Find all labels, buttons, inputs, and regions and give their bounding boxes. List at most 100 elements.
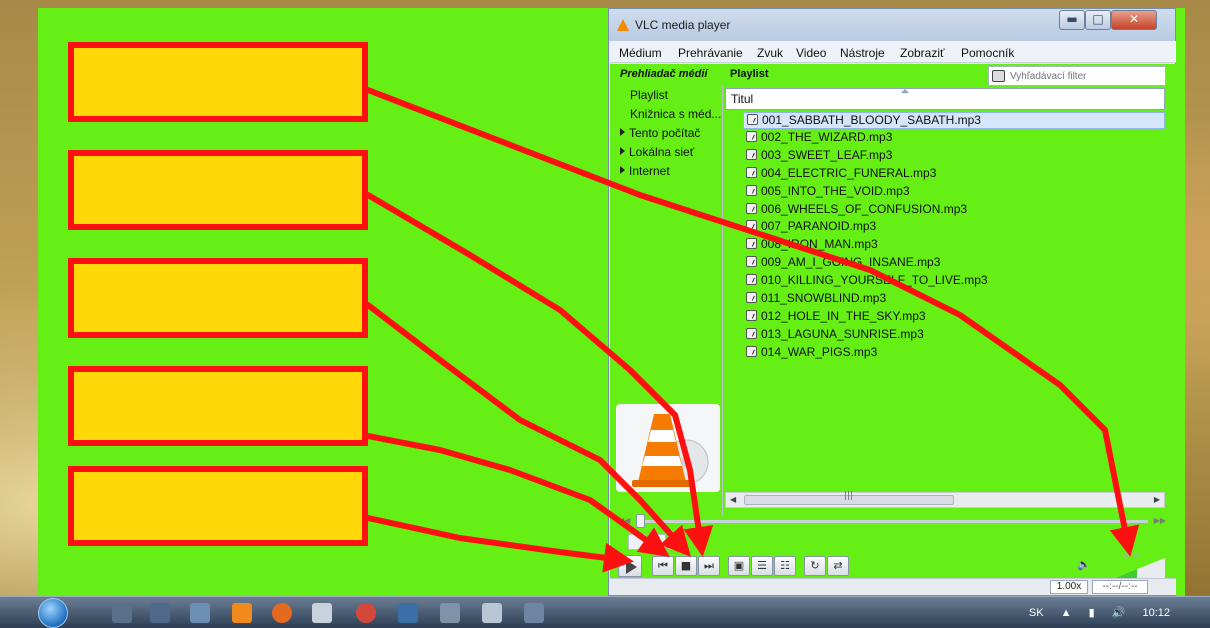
audio-file-icon xyxy=(746,274,757,286)
maximize-button[interactable]: □ xyxy=(1085,10,1111,30)
window-title: VLC media player xyxy=(635,18,731,32)
play-icon xyxy=(626,560,637,574)
playlist-item[interactable]: 014_WAR_PIGS.mp3 xyxy=(743,345,877,362)
sidebar-item-local-network[interactable]: Lokálna sieť xyxy=(620,145,694,159)
sidebar-item-internet[interactable]: Internet xyxy=(620,164,670,178)
play-button[interactable] xyxy=(618,555,642,577)
audio-file-icon xyxy=(746,238,757,250)
vlc-cone-icon xyxy=(617,19,629,31)
seek-track[interactable] xyxy=(636,520,1148,523)
fullscreen-button[interactable]: ▣ xyxy=(728,556,750,576)
taskbar-firefox-icon[interactable] xyxy=(272,603,292,623)
menu-playback[interactable]: Prehrávanie xyxy=(678,46,743,60)
annotation-box-volume xyxy=(68,42,368,122)
time-display[interactable]: --:--/--:-- xyxy=(1092,580,1148,594)
menu-audio[interactable]: Zvuk xyxy=(757,46,783,60)
speaker-icon[interactable]: 🔈 xyxy=(1077,558,1091,571)
playback-speed[interactable]: 1.00x xyxy=(1050,580,1088,594)
rewind-icon: ◀◀ xyxy=(618,516,631,525)
playlist-item[interactable]: 006_WHEELS_OF_CONFUSION.mp3 xyxy=(743,202,967,219)
album-art xyxy=(616,404,720,492)
menu-medium[interactable]: Médium xyxy=(619,46,662,60)
playlist-item[interactable]: 010_KILLING_YOURSELF_TO_LIVE.mp3 xyxy=(743,273,988,290)
taskbar-pdf-icon[interactable] xyxy=(312,603,332,623)
playlist-item[interactable]: 013_LAGUNA_SUNRISE.mp3 xyxy=(743,327,924,344)
snapshot-button[interactable] xyxy=(648,534,666,550)
sidebar-item-my-computer[interactable]: Tento počítač xyxy=(620,126,700,140)
menu-view[interactable]: Zobraziť xyxy=(900,46,945,60)
power-icon[interactable]: ▮ xyxy=(1089,607,1095,619)
menu-help[interactable]: Pomocník xyxy=(961,46,1014,60)
sidebar-item-label: Playlist xyxy=(630,88,669,102)
taskbar-app-icon[interactable] xyxy=(440,603,460,623)
minimize-button[interactable]: ▬ xyxy=(1059,10,1085,30)
search-input[interactable] xyxy=(1010,68,1160,84)
menu-tools[interactable]: Nástroje xyxy=(840,46,885,60)
main-area: Prehliadač médií Playlist Playlist Knižn… xyxy=(610,64,1176,595)
sidebar-item-playlist[interactable]: Playlist xyxy=(630,88,668,102)
title-bar[interactable]: VLC media player ▬ □ ✕ xyxy=(609,9,1175,41)
previous-icon: ⏮ xyxy=(658,559,668,572)
taskbar-app-icon[interactable] xyxy=(482,603,502,623)
next-button[interactable]: ⏭ xyxy=(698,556,720,576)
seek-handle[interactable] xyxy=(636,514,645,528)
playlist-item[interactable]: 009_AM_I_GOING_INSANE.mp3 xyxy=(743,255,940,272)
sidebar-item-media-library[interactable]: Knižnica s méd... xyxy=(630,107,721,121)
maximize-icon: □ xyxy=(1092,12,1104,26)
taskbar-app-icon[interactable] xyxy=(112,603,132,623)
audio-file-icon xyxy=(746,202,757,214)
shuffle-button[interactable]: ⇄ xyxy=(827,556,849,576)
scroll-left-icon[interactable]: ◀ xyxy=(730,495,736,504)
loop-icon: ↻ xyxy=(810,559,820,572)
annotation-box-previous xyxy=(68,366,368,446)
playlist-item[interactable]: 003_SWEET_LEAF.mp3 xyxy=(743,148,892,165)
sidebar-item-label: Lokálna sieť xyxy=(629,145,695,159)
menu-video[interactable]: Video xyxy=(796,46,826,60)
vlc-cone-art-icon xyxy=(632,414,709,487)
system-tray: SK ▲ ▮ 🔊 10:12 xyxy=(1015,606,1170,619)
taskbar-app-icon[interactable] xyxy=(150,603,170,623)
language-indicator[interactable]: SK xyxy=(1029,607,1044,619)
playlist-item[interactable]: 008_IRON_MAN.mp3 xyxy=(743,237,878,254)
playlist-item-title: 008_IRON_MAN.mp3 xyxy=(761,237,878,252)
taskbar-app-icon[interactable] xyxy=(524,603,544,623)
volume-tray-icon[interactable]: 🔊 xyxy=(1112,607,1126,619)
taskbar-vlc-icon[interactable] xyxy=(232,603,252,623)
playlist-item[interactable]: 011_SNOWBLIND.mp3 xyxy=(743,291,886,308)
taskbar-app-icon[interactable] xyxy=(190,603,210,623)
horizontal-scrollbar[interactable]: ◀ ||| ▶ xyxy=(725,491,1165,508)
tray-arrow-icon[interactable]: ▲ xyxy=(1061,607,1072,619)
playlist-item[interactable]: 004_ELECTRIC_FUNERAL.mp3 xyxy=(743,166,936,183)
ab-loop-button[interactable] xyxy=(668,534,686,550)
playlist-icon: ☰ xyxy=(757,559,767,572)
playlist-item[interactable]: 001_SABBATH_BLOODY_SABATH.mp3 xyxy=(743,112,1165,129)
playlist-item-title: 003_SWEET_LEAF.mp3 xyxy=(761,147,893,162)
close-button[interactable]: ✕ xyxy=(1111,10,1157,30)
previous-button[interactable]: ⏮ xyxy=(652,556,674,576)
playlist-item[interactable]: 002_THE_WIZARD.mp3 xyxy=(743,130,892,147)
loop-button[interactable]: ↻ xyxy=(804,556,826,576)
equalizer-button[interactable]: ☷ xyxy=(774,556,796,576)
column-title: Titul xyxy=(731,92,754,106)
volume-slider[interactable]: 100% xyxy=(1115,552,1165,578)
playlist-column-header[interactable]: Titul xyxy=(725,88,1165,110)
fullscreen-icon: ▣ xyxy=(733,559,745,572)
playlist-toggle-button[interactable]: ☰ xyxy=(751,556,773,576)
taskbar-chrome-icon[interactable] xyxy=(356,603,376,623)
search-field[interactable] xyxy=(988,66,1166,86)
clock[interactable]: 10:12 xyxy=(1142,607,1170,619)
stop-button[interactable]: ■ xyxy=(675,556,697,576)
playlist-item-title: 002_THE_WIZARD.mp3 xyxy=(761,129,893,144)
record-button[interactable] xyxy=(628,534,646,550)
playlist-item-title: 001_SABBATH_BLOODY_SABATH.mp3 xyxy=(762,113,981,127)
sidebar-divider[interactable] xyxy=(722,86,723,516)
playlist-item[interactable]: 012_HOLE_IN_THE_SKY.mp3 xyxy=(743,309,926,326)
seek-bar[interactable]: ◀◀ ▶▶ xyxy=(618,514,1166,528)
playlist-item[interactable]: 005_INTO_THE_VOID.mp3 xyxy=(743,184,910,201)
sidebar-item-label: Knižnica s méd... xyxy=(630,107,722,121)
start-button[interactable] xyxy=(38,598,68,628)
scroll-right-icon[interactable]: ▶ xyxy=(1154,495,1160,504)
taskbar-app-icon[interactable] xyxy=(398,603,418,623)
audio-file-icon xyxy=(746,256,757,268)
playlist-item[interactable]: 007_PARANOID.mp3 xyxy=(743,219,876,236)
